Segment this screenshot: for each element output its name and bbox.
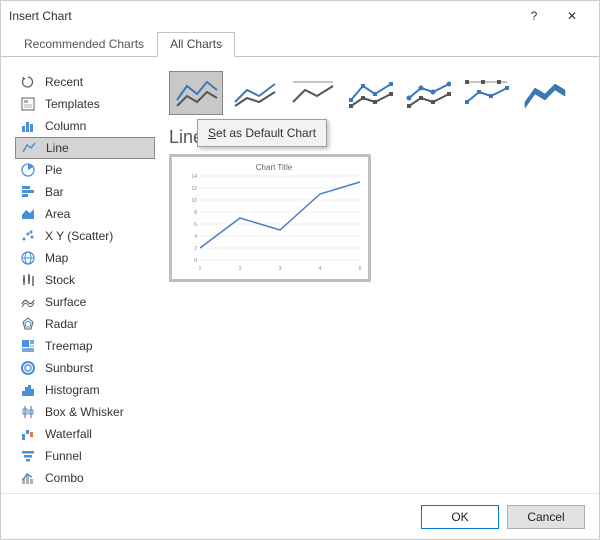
sidebar-item-label: Funnel bbox=[45, 449, 82, 463]
subtype-100-stacked-line[interactable] bbox=[285, 71, 339, 115]
svg-text:6: 6 bbox=[194, 222, 197, 228]
svg-text:3: 3 bbox=[279, 266, 282, 272]
sidebar-item-bar[interactable]: Bar bbox=[15, 181, 155, 203]
sidebar-item-label: Pie bbox=[45, 163, 62, 177]
waterfall-chart-icon bbox=[19, 425, 37, 443]
subtype-stacked-line[interactable] bbox=[227, 71, 281, 115]
subtype-stacked-line-markers[interactable] bbox=[401, 71, 455, 115]
recent-icon bbox=[19, 73, 37, 91]
sidebar-item-label: Sunburst bbox=[45, 361, 93, 375]
chart-subtype-row bbox=[169, 71, 585, 115]
sidebar-item-label: Box & Whisker bbox=[45, 405, 124, 419]
chart-category-sidebar: Recent Templates Column Line bbox=[15, 71, 155, 493]
ok-button[interactable]: OK bbox=[421, 505, 499, 529]
sidebar-item-map[interactable]: Map bbox=[15, 247, 155, 269]
sunburst-chart-icon bbox=[19, 359, 37, 377]
dialog-footer: OK Cancel bbox=[1, 493, 599, 539]
sidebar-item-label: Combo bbox=[45, 471, 84, 485]
sidebar-item-label: Area bbox=[45, 207, 70, 221]
sidebar-item-sunburst[interactable]: Sunburst bbox=[15, 357, 155, 379]
line-chart-icon bbox=[20, 139, 38, 157]
subtype-line-markers[interactable] bbox=[343, 71, 397, 115]
svg-text:10: 10 bbox=[191, 198, 197, 204]
sidebar-item-box-whisker[interactable]: Box & Whisker bbox=[15, 401, 155, 423]
titlebar: Insert Chart ? ✕ bbox=[1, 1, 599, 31]
box-whisker-icon bbox=[19, 403, 37, 421]
context-menu-set-default[interactable]: Set as Default Chart bbox=[197, 119, 327, 147]
funnel-chart-icon bbox=[19, 447, 37, 465]
window-title: Insert Chart bbox=[9, 9, 515, 23]
sidebar-item-scatter[interactable]: X Y (Scatter) bbox=[15, 225, 155, 247]
chart-preview[interactable]: Chart Title 0246810121412345 bbox=[169, 154, 371, 282]
cancel-button[interactable]: Cancel bbox=[507, 505, 585, 529]
treemap-chart-icon bbox=[19, 337, 37, 355]
sidebar-item-label: Histogram bbox=[45, 383, 100, 397]
subtype-100-stacked-line-markers[interactable] bbox=[459, 71, 513, 115]
sidebar-item-label: Map bbox=[45, 251, 68, 265]
stock-chart-icon bbox=[19, 271, 37, 289]
svg-text:4: 4 bbox=[319, 266, 322, 272]
sidebar-item-label: Radar bbox=[45, 317, 78, 331]
combo-chart-icon bbox=[19, 469, 37, 487]
sidebar-item-label: X Y (Scatter) bbox=[45, 229, 113, 243]
sidebar-item-waterfall[interactable]: Waterfall bbox=[15, 423, 155, 445]
radar-chart-icon bbox=[19, 315, 37, 333]
chart-preview-title: Chart Title bbox=[186, 163, 362, 172]
svg-text:2: 2 bbox=[194, 246, 197, 252]
tabs-row: Recommended Charts All Charts bbox=[1, 31, 599, 57]
subtype-line[interactable] bbox=[169, 71, 223, 115]
subtype-3d-line[interactable] bbox=[517, 71, 571, 115]
column-chart-icon bbox=[19, 117, 37, 135]
sidebar-item-column[interactable]: Column bbox=[15, 115, 155, 137]
svg-text:8: 8 bbox=[194, 210, 197, 216]
sidebar-item-histogram[interactable]: Histogram bbox=[15, 379, 155, 401]
dialog-body: Recent Templates Column Line bbox=[1, 57, 599, 493]
sidebar-item-recent[interactable]: Recent bbox=[15, 71, 155, 93]
svg-text:1: 1 bbox=[199, 266, 202, 272]
sidebar-item-label: Treemap bbox=[45, 339, 93, 353]
sidebar-item-label: Line bbox=[46, 141, 69, 155]
templates-icon bbox=[19, 95, 37, 113]
sidebar-item-label: Surface bbox=[45, 295, 86, 309]
sidebar-item-surface[interactable]: Surface bbox=[15, 291, 155, 313]
map-chart-icon bbox=[19, 249, 37, 267]
svg-text:14: 14 bbox=[191, 174, 197, 180]
sidebar-item-radar[interactable]: Radar bbox=[15, 313, 155, 335]
sidebar-item-label: Templates bbox=[45, 97, 100, 111]
sidebar-item-label: Column bbox=[45, 119, 86, 133]
sidebar-item-label: Waterfall bbox=[45, 427, 92, 441]
sidebar-item-label: Stock bbox=[45, 273, 75, 287]
surface-chart-icon bbox=[19, 293, 37, 311]
insert-chart-dialog: Insert Chart ? ✕ Recommended Charts All … bbox=[0, 0, 600, 540]
close-button[interactable]: ✕ bbox=[553, 1, 591, 31]
sidebar-item-funnel[interactable]: Funnel bbox=[15, 445, 155, 467]
sidebar-item-line[interactable]: Line bbox=[15, 137, 155, 159]
main-panel: Set as Default Chart Line Chart Title 02… bbox=[169, 71, 585, 493]
tab-recommended[interactable]: Recommended Charts bbox=[11, 32, 157, 57]
sidebar-item-stock[interactable]: Stock bbox=[15, 269, 155, 291]
pie-chart-icon bbox=[19, 161, 37, 179]
sidebar-item-label: Bar bbox=[45, 185, 64, 199]
sidebar-item-area[interactable]: Area bbox=[15, 203, 155, 225]
sidebar-item-treemap[interactable]: Treemap bbox=[15, 335, 155, 357]
svg-text:2: 2 bbox=[239, 266, 242, 272]
sidebar-item-pie[interactable]: Pie bbox=[15, 159, 155, 181]
histogram-chart-icon bbox=[19, 381, 37, 399]
bar-chart-icon bbox=[19, 183, 37, 201]
sidebar-item-combo[interactable]: Combo bbox=[15, 467, 155, 489]
area-chart-icon bbox=[19, 205, 37, 223]
sidebar-item-templates[interactable]: Templates bbox=[15, 93, 155, 115]
chart-preview-plot: 0246810121412345 bbox=[186, 174, 362, 266]
help-button[interactable]: ? bbox=[515, 1, 553, 31]
scatter-chart-icon bbox=[19, 227, 37, 245]
tab-all-charts[interactable]: All Charts bbox=[157, 32, 235, 57]
svg-text:0: 0 bbox=[194, 258, 197, 264]
svg-text:4: 4 bbox=[194, 234, 197, 240]
svg-text:5: 5 bbox=[359, 266, 362, 272]
sidebar-item-label: Recent bbox=[45, 75, 83, 89]
svg-text:12: 12 bbox=[191, 186, 197, 192]
